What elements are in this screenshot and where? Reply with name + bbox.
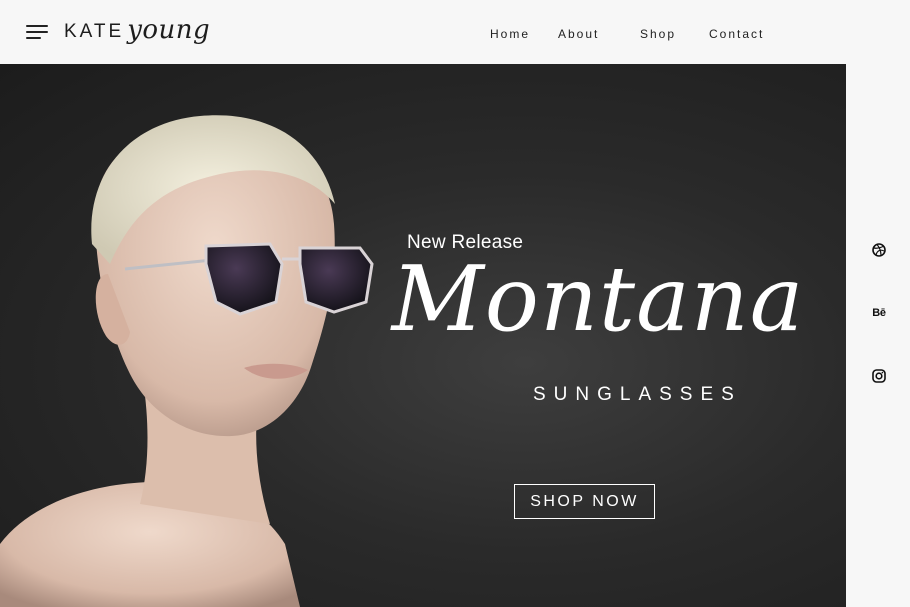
social-links: Bē (846, 64, 910, 607)
site-header: KATE young Home About Shop Contact (0, 0, 910, 64)
model-photo (0, 115, 374, 607)
dribbble-icon-graphic (872, 243, 886, 257)
nav-shop[interactable]: Shop (640, 27, 676, 41)
nav-about[interactable]: About (558, 27, 599, 41)
product-subtitle: SUNGLASSES (533, 384, 742, 405)
instagram-icon-graphic (872, 369, 886, 383)
behance-label: Bē (872, 307, 886, 319)
instagram-icon[interactable] (870, 367, 888, 385)
nav-home[interactable]: Home (490, 27, 530, 41)
nav-contact[interactable]: Contact (709, 27, 764, 41)
hero-banner: New Release Montana SUNGLASSES SHOP NOW (0, 64, 846, 607)
behance-icon[interactable]: Bē (870, 304, 888, 322)
shop-now-button[interactable]: SHOP NOW (514, 484, 655, 519)
page: KATE young Home About Shop Contact New R… (0, 0, 910, 607)
dribbble-icon[interactable] (870, 241, 888, 259)
main-nav: Home About Shop Contact (0, 27, 910, 43)
product-name: Montana (391, 247, 805, 352)
